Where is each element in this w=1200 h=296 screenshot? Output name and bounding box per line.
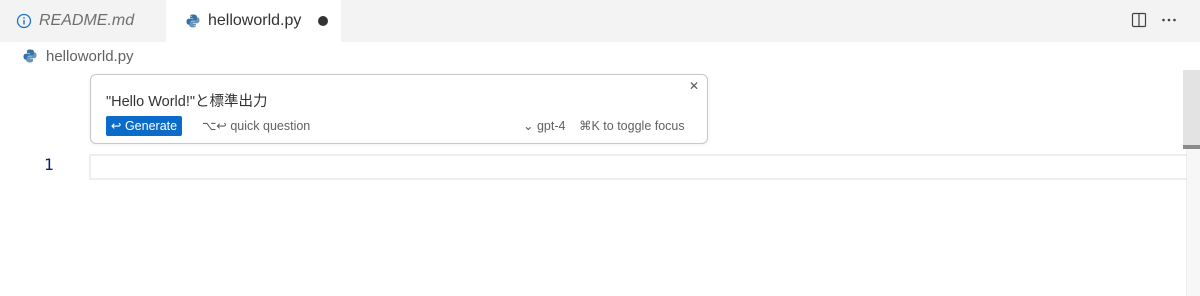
generate-button[interactable]: ↩ Generate — [106, 116, 183, 136]
scrollbar-thumb[interactable] — [1183, 70, 1200, 146]
line-number: 1 — [44, 155, 54, 174]
split-editor-icon[interactable] — [1131, 12, 1147, 28]
tab-label: README.md — [39, 12, 135, 29]
close-icon[interactable]: ✕ — [687, 79, 701, 93]
tab-helloworld[interactable]: helloworld.py — [166, 0, 341, 42]
cursor-position-marker — [1183, 145, 1200, 149]
quick-question-hint[interactable]: ⌥↩ quick question — [202, 118, 310, 133]
prompt-input[interactable]: "Hello World!"と標準出力 — [106, 90, 268, 111]
python-icon — [22, 48, 38, 64]
model-select[interactable]: ⌄ gpt-4 — [523, 118, 565, 133]
tab-label: helloworld.py — [208, 12, 302, 29]
current-line-highlight[interactable] — [89, 154, 1200, 180]
tab-bar: README.md helloworld.py — [0, 0, 1200, 42]
inline-chat-widget: "Hello World!"と標準出力 ✕ ↩ Generate ⌥↩ quic… — [90, 74, 708, 144]
breadcrumb[interactable]: helloworld.py — [22, 44, 134, 68]
more-actions-icon[interactable] — [1160, 11, 1178, 29]
toggle-focus-hint: ⌘K to toggle focus — [579, 119, 685, 133]
breadcrumb-file[interactable]: helloworld.py — [46, 48, 134, 65]
unsaved-dot-icon[interactable] — [318, 16, 328, 26]
tab-readme[interactable]: README.md — [0, 0, 166, 42]
python-icon — [185, 13, 201, 29]
info-icon — [16, 13, 32, 29]
